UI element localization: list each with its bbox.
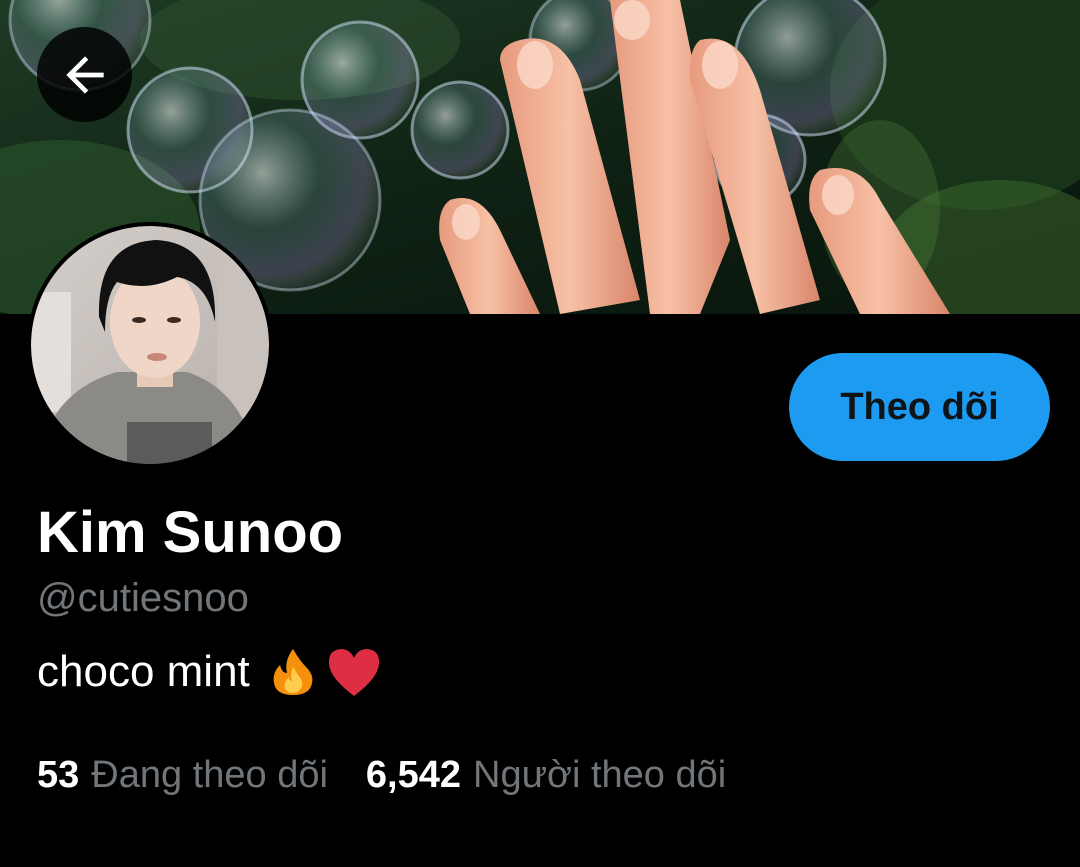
- bio-text: choco mint: [37, 647, 250, 696]
- followers-link[interactable]: 6,542 Người theo dõi: [366, 752, 726, 798]
- following-count: 53: [37, 754, 80, 796]
- followers-label: Người theo dõi: [473, 754, 727, 796]
- red-heart-emoji: [328, 649, 379, 696]
- following-label: Đang theo dõi: [91, 754, 328, 796]
- followers-count: 6,542: [365, 754, 462, 796]
- arrow-left-icon: [65, 55, 104, 94]
- username-handle: @cutiesnoo: [37, 576, 249, 620]
- bio: choco mint: [37, 645, 382, 699]
- avatar-image: [27, 222, 273, 468]
- fire-emoji: [273, 649, 313, 695]
- avatar[interactable]: [27, 222, 273, 468]
- follow-stats: 53 Đang theo dõi 6,542 Người theo dõi: [37, 752, 726, 798]
- follow-button[interactable]: Theo dõi: [789, 353, 1050, 461]
- back-button[interactable]: [37, 27, 132, 122]
- display-name: Kim Sunoo: [37, 500, 344, 565]
- following-link[interactable]: 53 Đang theo dõi: [37, 752, 328, 798]
